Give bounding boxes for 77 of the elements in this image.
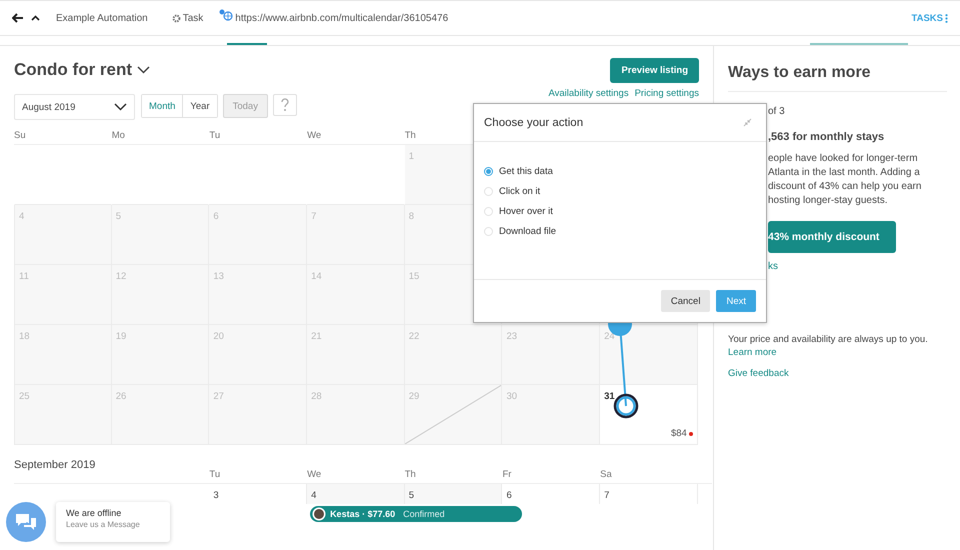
chat-status: We are offline <box>66 508 122 518</box>
calendar-cell[interactable]: 25 <box>14 385 112 445</box>
chevron-down-icon[interactable] <box>137 66 150 74</box>
offer-text: eople have looked for longer-term <box>768 152 919 166</box>
calendar-cell[interactable]: 6 <box>209 205 308 265</box>
calendar-cell[interactable]: 4 <box>307 484 405 504</box>
today-button[interactable]: Today <box>222 94 268 118</box>
calendar-cell[interactable]: 5 <box>404 484 502 504</box>
weekday-label: Mo <box>112 130 125 141</box>
weekday-label: Fr <box>502 469 512 480</box>
offer-text: discount of 43% can help you earn <box>768 180 922 194</box>
calendar-cell[interactable]: 5 <box>112 205 210 265</box>
caret-up-icon[interactable] <box>31 15 40 21</box>
calendar-cell[interactable]: 31 $84 <box>600 385 698 445</box>
offer-headline: ,563 for monthly stays <box>768 131 886 143</box>
tasks-button[interactable]: TASKS <box>912 12 948 24</box>
tab-underline <box>227 43 267 45</box>
price-text: $84 <box>670 428 687 439</box>
weekday-label: We <box>307 469 322 480</box>
preview-button[interactable]: Preview listing <box>610 58 699 82</box>
dialog-title: Choose your action <box>484 116 584 128</box>
cancel-button[interactable]: Cancel <box>660 290 710 312</box>
calendar-cell[interactable]: 14 <box>307 265 405 325</box>
avatar-icon <box>312 507 326 521</box>
url-text: https://www.airbnb.com/multicalendar/36105476 <box>235 12 448 24</box>
chat-bubble[interactable]: We are offline Leave us a Message <box>56 502 170 542</box>
weekday-label: Tu <box>209 469 220 480</box>
learn-more-link[interactable]: Learn more <box>728 347 947 358</box>
weekday-label: Sa <box>600 469 612 480</box>
month-select[interactable]: August 2019 <box>14 94 135 120</box>
task-link[interactable]: Task <box>172 12 204 24</box>
weekday-label: Th <box>404 469 416 480</box>
chat-bubbles-icon <box>14 512 38 532</box>
calendar-cell[interactable]: 12 <box>112 265 210 325</box>
weekday-label: Su <box>14 130 26 141</box>
calendar-cell[interactable]: 27 <box>209 385 308 445</box>
chevron-down-icon <box>114 103 127 111</box>
calendar-cell[interactable]: 18 <box>14 325 112 385</box>
text-link[interactable]: ks <box>768 261 947 272</box>
month-heading: September 2019 <box>14 458 96 469</box>
calendar-cell[interactable]: 19 <box>112 325 210 385</box>
calendar-cell[interactable]: 20 <box>209 325 308 385</box>
calendar-cell[interactable]: 24 <box>600 325 698 385</box>
calendar-cell[interactable]: 7 <box>307 205 405 265</box>
calendar-cell[interactable]: 13 <box>209 265 308 325</box>
listing-title: Condo for rent <box>14 60 132 80</box>
gear-icon <box>172 14 181 22</box>
weekday-label: Th <box>404 130 416 141</box>
calendar-cell[interactable]: 4 <box>14 205 112 265</box>
note-text: Your price and availability are always up to you. <box>728 334 929 345</box>
settings-link[interactable]: Availability settings <box>548 88 629 99</box>
calendar-cell[interactable]: 11 <box>14 265 112 325</box>
panel-title: Ways to earn more <box>728 63 872 82</box>
calendar-cell[interactable]: 30 <box>502 385 600 445</box>
offer-text: hosting longer-stay guests. <box>768 194 889 208</box>
more-icon[interactable] <box>945 14 948 22</box>
booking-bar[interactable]: Kestas · $77.60 Confirmed <box>310 506 522 522</box>
next-button[interactable]: Next <box>716 290 756 312</box>
weekday-label: Tu <box>209 130 220 141</box>
calendar-cell[interactable]: 23 <box>502 325 600 385</box>
calendar-cell[interactable]: 29 <box>404 385 502 445</box>
back-arrow-icon[interactable] <box>12 13 23 23</box>
view-tab[interactable]: Year <box>182 95 217 117</box>
offer-text: Atlanta in the last month. Adding a <box>768 166 921 180</box>
globe-icon <box>219 9 234 21</box>
calendar-cell[interactable]: 26 <box>112 385 210 445</box>
settings-link[interactable]: Pricing settings <box>634 88 699 99</box>
weekday-label: We <box>307 130 322 141</box>
question-icon <box>280 97 290 113</box>
page-counter: of 3 <box>768 106 786 117</box>
calendar-cell[interactable]: 22 <box>404 325 502 385</box>
chat-subtitle: Leave us a Message <box>66 520 141 529</box>
automation-name[interactable]: Example Automation <box>56 12 148 24</box>
calendar-cell[interactable]: 21 <box>307 325 405 385</box>
discount-button[interactable]: 43% monthly discount <box>768 221 896 253</box>
calendar-cell[interactable]: 28 <box>307 385 405 445</box>
feedback-link[interactable]: Give feedback <box>728 368 947 379</box>
